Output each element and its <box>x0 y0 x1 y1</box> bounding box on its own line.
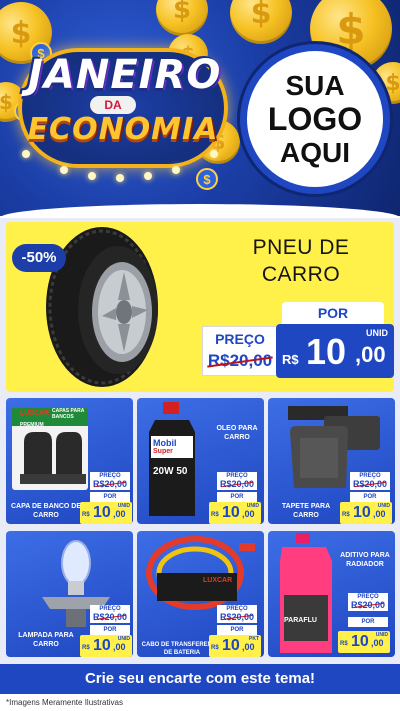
product-card-seat-cover[interactable]: LUXCAR CAPAS PARA BANCOS PREMIUM CAPA DE… <box>6 398 133 524</box>
header-banner: $ $ $ $ $ $ $ $ $ $ $ JANEIRO DA ECONOMI… <box>0 0 400 216</box>
package-brand: Mobil <box>153 438 177 448</box>
currency-symbol: R$ <box>282 352 299 367</box>
price-decimal: ,00 <box>242 509 255 519</box>
currency-symbol: R$ <box>340 641 348 647</box>
logo-placeholder[interactable]: SUA LOGO AQUI <box>240 44 390 194</box>
package-text: CAPAS PARA BANCOS <box>52 408 85 420</box>
hero-title-line2: CARRO <box>261 263 341 286</box>
price-integer: 10 <box>306 331 347 372</box>
new-price-box: UNID R$ 10 ,00 <box>340 502 392 524</box>
currency-symbol: R$ <box>342 512 350 518</box>
product-name: OLEO PARA CARRO <box>216 425 258 441</box>
disclaimer-text: *Imagens Meramente Ilustrativas <box>0 694 400 711</box>
product-name: CAPA DE BANCO DE CARRO <box>10 503 81 519</box>
product-card-jumper-cable[interactable]: LUXCAR CABO DE TRANSFERENCIA DE BATERIA … <box>137 531 264 657</box>
product-name: TAPETE PARA CARRO <box>281 503 331 519</box>
old-price-box: PREÇO R$20,00 <box>350 472 390 490</box>
new-price-box: UNID R$ 10 ,00 <box>276 324 394 378</box>
logo-text-line3: AQUI <box>280 137 350 168</box>
package-brand: LUXCAR <box>203 577 233 584</box>
currency-symbol: R$ <box>82 512 90 518</box>
currency-symbol: R$ <box>211 645 219 651</box>
coin-icon: $ <box>230 0 292 44</box>
por-label: POR <box>217 625 257 635</box>
por-label: POR <box>282 302 384 324</box>
old-price-box: PREÇO R$20,00 <box>217 605 257 623</box>
title-janeiro: JANEIRO <box>28 52 222 98</box>
marquee-bulb <box>22 150 30 158</box>
price-decimal: ,00 <box>242 642 255 652</box>
preco-label: PREÇO <box>215 331 265 347</box>
logo-text-line2: LOGO <box>267 101 363 137</box>
logo-text-line1: SUA <box>285 70 345 101</box>
marquee-bulb <box>116 174 124 182</box>
new-price-box: PKT R$ 10 ,00 <box>209 635 261 657</box>
price-integer: 10 <box>222 504 240 521</box>
price-integer: 10 <box>353 504 371 521</box>
coin-icon: $ <box>156 0 208 36</box>
package-brand: PARAFLU <box>284 617 317 624</box>
hero-title-line1: PNEU DE <box>252 236 350 259</box>
product-card-radiator-additive[interactable]: PARAFLU ADITIVO PARA RADIADOR PREÇO R$20… <box>268 531 395 657</box>
package-tag: PREMIUM <box>20 422 44 428</box>
hero-offer-card[interactable]: -50% PNEU DE CARRO PREÇO R$20,00 POR UNI… <box>6 222 394 392</box>
por-label: POR <box>348 617 388 627</box>
new-price-box: UNID R$ 10 ,00 <box>80 635 132 657</box>
old-price-box: PREÇO R$20,00 <box>217 472 257 490</box>
old-price-box: PREÇO R$20,00 <box>202 326 278 376</box>
price-decimal: ,00 <box>113 642 126 652</box>
marquee-bulb <box>172 166 180 174</box>
old-price-box: PREÇO R$20,00 <box>90 605 130 623</box>
new-price-box: UNID R$ 10 ,00 <box>209 502 261 524</box>
product-name: ADITIVO PARA RADIADOR <box>340 552 390 568</box>
marquee-bulb <box>60 166 68 174</box>
create-flyer-banner[interactable]: Crie seu encarte com este tema! <box>0 664 400 694</box>
product-name: LAMPADA PARA CARRO <box>18 632 74 648</box>
por-label: POR <box>217 492 257 502</box>
product-card-oil[interactable]: Mobil Super 20W 50 OLEO PARA CARRO PREÇO… <box>137 398 264 524</box>
price-integer: 10 <box>222 637 240 654</box>
radiator-additive-icon <box>280 533 332 653</box>
por-label: POR <box>90 492 130 502</box>
currency-symbol: R$ <box>82 645 90 651</box>
discount-badge: -50% <box>12 244 66 272</box>
price-integer: 10 <box>93 637 111 654</box>
package-brand: LUXCAR <box>20 410 50 417</box>
title-economia: ECONOMIA <box>27 112 219 147</box>
product-card-headlight-bulb[interactable]: LAMPADA PARA CARRO PREÇO R$20,00 POR UNI… <box>6 531 133 657</box>
price-integer: 10 <box>93 504 111 521</box>
currency-symbol: R$ <box>211 512 219 518</box>
oil-bottle-icon <box>149 402 195 516</box>
marquee-bulb <box>210 150 218 158</box>
dollar-badge-icon: $ <box>196 168 218 190</box>
hero-product-title: PNEU DE CARRO <box>206 234 394 288</box>
package-tag: 20W 50 <box>153 466 188 477</box>
price-decimal: ,00 <box>373 509 386 519</box>
price-integer: 10 <box>351 633 369 650</box>
jumper-cable-icon <box>146 536 255 610</box>
price-decimal: ,00 <box>113 509 126 519</box>
por-label: POR <box>90 625 130 635</box>
price-decimal: ,00 <box>355 342 386 367</box>
marquee-bulb <box>144 172 152 180</box>
unit-label: UNID <box>366 328 388 338</box>
product-card-car-mat[interactable]: TAPETE PARA CARRO PREÇO R$20,00 POR UNID… <box>268 398 395 524</box>
new-price-box: UNID R$ 10 ,00 <box>80 502 132 524</box>
new-price-box: UNID R$ 10 ,00 <box>338 631 390 653</box>
por-label: POR <box>350 492 390 502</box>
price-decimal: ,00 <box>371 638 384 648</box>
old-price-box: PREÇO R$20,00 <box>90 472 130 490</box>
old-price-box: PREÇO R$20,00 <box>348 593 388 611</box>
marquee-bulb <box>88 172 96 180</box>
package-text: Super <box>153 448 173 455</box>
